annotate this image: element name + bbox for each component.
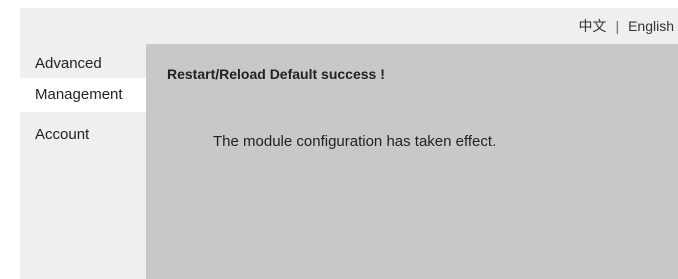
status-title: Restart/Reload Default success !	[167, 66, 385, 82]
sidebar: Advanced Management Account	[20, 44, 146, 279]
sidebar-item-advanced[interactable]: Advanced	[20, 44, 146, 78]
sidebar-item-label: Account	[35, 126, 90, 143]
lang-english-link[interactable]: English	[628, 18, 674, 34]
status-message: The module configuration has taken effec…	[213, 133, 497, 150]
sidebar-item-label: Management	[35, 86, 123, 103]
lang-chinese-link[interactable]: 中文	[578, 18, 606, 34]
sidebar-item-label: Advanced	[35, 55, 102, 72]
lang-separator: |	[615, 18, 620, 34]
top-bar: 中文 | English	[20, 8, 678, 44]
content-panel: Restart/Reload Default success ! The mod…	[146, 44, 678, 279]
language-switcher: 中文 | English	[578, 8, 674, 44]
sidebar-item-management[interactable]: Management	[20, 78, 146, 112]
sidebar-item-account[interactable]: Account	[20, 118, 146, 152]
